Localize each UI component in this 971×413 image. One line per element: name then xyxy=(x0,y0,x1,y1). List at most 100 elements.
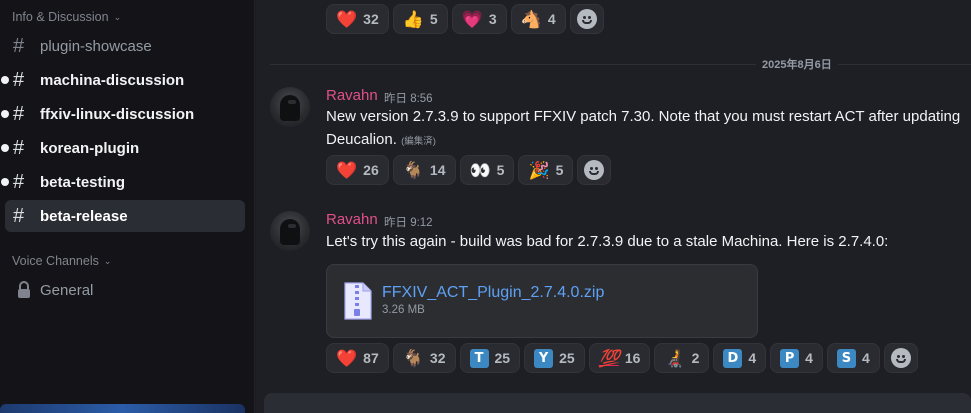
eyes-emoji-icon: 👀 xyxy=(469,160,491,180)
reaction-count: 32 xyxy=(363,11,379,27)
reaction-row: ❤️ 32 👍 5 💗 3 🐴 4 xyxy=(326,4,604,34)
channel-korean-plugin[interactable]: # korean-plugin xyxy=(1,132,245,164)
reaction-count: 26 xyxy=(363,162,379,178)
file-attachment: FFXIV_ACT_Plugin_2.7.4.0.zip 3.26 MB xyxy=(326,264,758,338)
reaction-horse[interactable]: 🐴 4 xyxy=(510,4,566,34)
hash-icon: # xyxy=(13,103,25,125)
unread-indicator xyxy=(1,144,9,152)
reaction-row: ❤️ 26 🐐 14 👀 5 🎉 5 xyxy=(326,155,612,185)
message-content-line: New version 2.7.3.9 to support FFXIV pat… xyxy=(326,108,961,125)
hash-icon: # xyxy=(13,171,25,193)
heart-emoji-icon: ❤️ xyxy=(336,9,358,29)
channel-label: machina-discussion xyxy=(40,71,185,89)
sparkling-heart-emoji-icon: 💗 xyxy=(461,9,483,29)
reaction-count: 87 xyxy=(363,350,379,366)
reaction-thumbs-up[interactable]: 👍 5 xyxy=(392,4,448,34)
hash-icon: # xyxy=(13,205,25,227)
voice-channel-general[interactable]: General xyxy=(5,274,245,306)
reaction-party[interactable]: 🎉 5 xyxy=(518,155,574,185)
channel-label: ffxiv-linux-discussion xyxy=(40,105,195,123)
chevron-down-icon: ⌄ xyxy=(103,255,112,266)
channel-ffxiv-linux-discussion[interactable]: # ffxiv-linux-discussion xyxy=(1,98,245,130)
thumbs-up-emoji-icon: 👍 xyxy=(402,9,424,29)
reaction-heart[interactable]: ❤️ 87 xyxy=(326,343,389,373)
channel-plugin-showcase[interactable]: # plugin-showcase xyxy=(5,30,245,62)
message-content-line: Let's try this again - build was bad for… xyxy=(326,233,889,250)
channel-beta-release[interactable]: # beta-release xyxy=(5,200,245,232)
hundred-points-emoji-icon: 💯 xyxy=(598,348,620,368)
category-header-voice[interactable]: Voice Channels ⌄ xyxy=(12,254,111,268)
reaction-letter-s[interactable]: S 4 xyxy=(826,343,880,373)
unread-indicator xyxy=(1,76,9,84)
reaction-hundred[interactable]: 💯 16 xyxy=(588,343,651,373)
reaction-wheelchair[interactable]: 🧑‍🦼 2 xyxy=(654,343,710,373)
party-popper-emoji-icon: 🎉 xyxy=(528,160,550,180)
message-area: ❤️ 32 👍 5 💗 3 🐴 4 2025年8月6日 Ravahn 昨日 8:… xyxy=(256,0,971,413)
reaction-row: ❤️ 87 🐐 32 T 25 Y 25 💯 16 🧑‍🦼 2 D 4 P xyxy=(326,343,918,373)
avatar-detail xyxy=(288,224,296,228)
reaction-heart[interactable]: ❤️ 32 xyxy=(326,4,389,34)
reaction-heart[interactable]: ❤️ 26 xyxy=(326,155,389,185)
avatar-figure xyxy=(280,219,300,245)
channel-label: beta-release xyxy=(40,207,128,225)
reaction-heart-sparkle[interactable]: 💗 3 xyxy=(451,4,507,34)
reaction-count: 4 xyxy=(805,350,813,366)
unread-indicator xyxy=(1,178,9,186)
reaction-count: 25 xyxy=(559,350,575,366)
unread-indicator xyxy=(1,110,9,118)
reaction-letter-y[interactable]: Y 25 xyxy=(524,343,585,373)
author-name[interactable]: Ravahn xyxy=(326,87,378,104)
channel-label: korean-plugin xyxy=(40,139,140,157)
reaction-count: 5 xyxy=(429,11,438,27)
reaction-letter-p[interactable]: P 4 xyxy=(770,343,823,373)
category-label: Voice Channels xyxy=(12,254,99,268)
author-name[interactable]: Ravahn xyxy=(326,211,378,228)
category-header-info[interactable]: Info & Discussion ⌄ xyxy=(12,10,121,24)
add-reaction-icon xyxy=(584,160,605,180)
reaction-count: 16 xyxy=(624,350,641,366)
reaction-eyes[interactable]: 👀 5 xyxy=(459,155,515,185)
channel-label: beta-testing xyxy=(40,173,126,191)
date-divider-label: 2025年8月6日 xyxy=(756,56,838,72)
channel-beta-testing[interactable]: # beta-testing xyxy=(1,166,245,198)
letter-p-icon: P xyxy=(780,348,800,368)
channel-sidebar: Info & Discussion ⌄ # plugin-showcase # … xyxy=(0,0,255,413)
horse-emoji-icon: 🐴 xyxy=(520,9,542,29)
heart-emoji-icon: ❤️ xyxy=(336,348,358,368)
reaction-count: 25 xyxy=(494,350,511,366)
reaction-count: 4 xyxy=(861,350,870,366)
hash-icon: # xyxy=(13,137,25,159)
add-reaction-button[interactable] xyxy=(577,155,612,185)
reaction-count: 5 xyxy=(555,162,564,178)
add-reaction-icon xyxy=(890,348,911,368)
reaction-goat[interactable]: 🐐 14 xyxy=(392,155,456,185)
reaction-letter-d[interactable]: D 4 xyxy=(713,343,767,373)
letter-s-icon: S xyxy=(836,348,856,368)
add-reaction-button[interactable] xyxy=(883,343,918,373)
reaction-count: 32 xyxy=(429,350,446,366)
message-composer[interactable] xyxy=(264,393,971,413)
reaction-count: 2 xyxy=(691,350,700,366)
message-timestamp: 昨日 8:56 xyxy=(384,93,433,105)
goat-emoji-icon: 🐐 xyxy=(402,160,424,180)
message-text: Deucalion. xyxy=(326,131,397,148)
letter-t-icon: T xyxy=(469,348,489,368)
add-reaction-icon xyxy=(576,9,597,29)
reaction-letter-t[interactable]: T 25 xyxy=(459,343,521,373)
avatar-detail xyxy=(288,100,296,104)
heart-emoji-icon: ❤️ xyxy=(336,160,358,180)
attachment-link[interactable]: FFXIV_ACT_Plugin_2.7.4.0.zip xyxy=(382,284,604,302)
message-content-line-2: Deucalion. (編集済) xyxy=(326,129,436,153)
reaction-count: 5 xyxy=(496,162,505,178)
letter-d-icon: D xyxy=(723,348,743,368)
avatar[interactable] xyxy=(270,211,310,251)
channel-label: General xyxy=(40,281,94,299)
zip-file-icon xyxy=(344,282,372,320)
avatar-figure xyxy=(280,95,300,121)
avatar[interactable] xyxy=(270,87,310,127)
message-timestamp: 昨日 9:12 xyxy=(384,217,433,229)
add-reaction-button[interactable] xyxy=(569,4,604,34)
channel-machina-discussion[interactable]: # machina-discussion xyxy=(1,64,245,96)
goat-emoji-icon: 🐐 xyxy=(402,348,424,368)
reaction-goat[interactable]: 🐐 32 xyxy=(392,343,456,373)
